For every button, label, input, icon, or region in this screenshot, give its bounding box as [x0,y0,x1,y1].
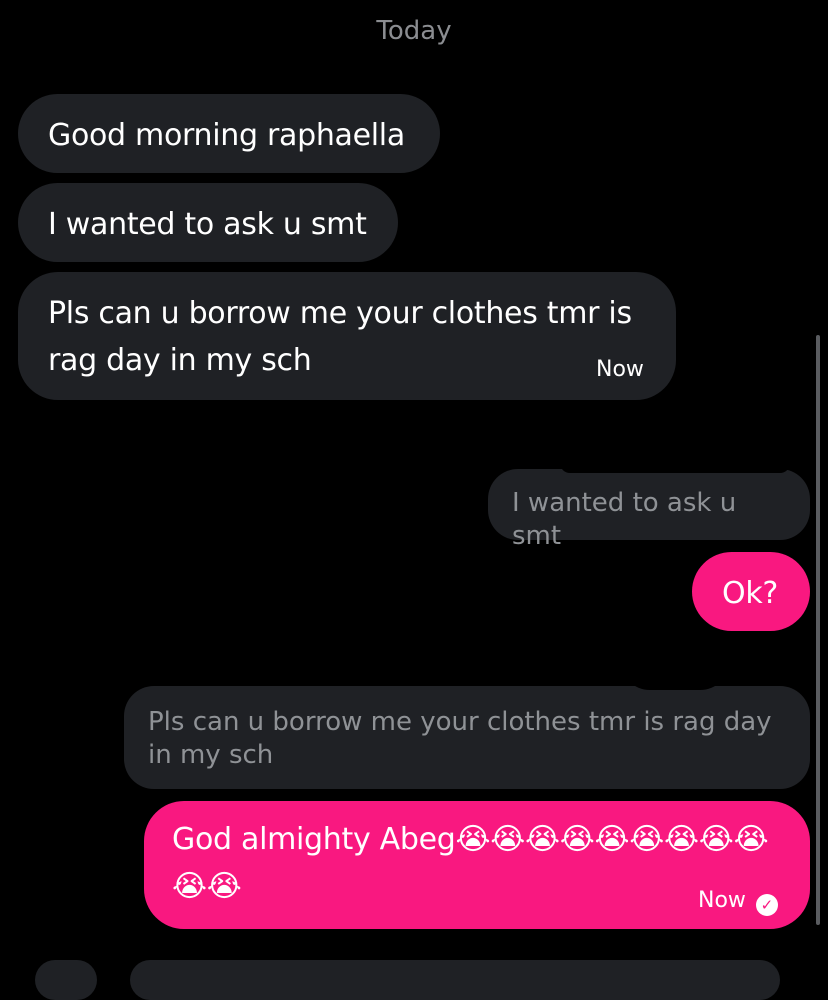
message-timestamp: Now [596,357,644,382]
reply-notch [620,660,730,690]
message-text: Good morning raphaella [48,118,405,153]
next-message-avatar [35,960,97,1000]
incoming-message[interactable]: Good morning raphaella [18,94,440,173]
quoted-text: Pls can u borrow me your clothes tmr is … [148,707,772,771]
date-divider: Today [376,16,452,46]
timestamp-label: Now [698,888,746,913]
incoming-message[interactable]: Pls can u borrow me your clothes tmr is … [18,272,676,400]
message-text: Pls can u borrow me your clothes tmr is … [48,296,632,378]
message-text: God almighty Abeg😭😭😭😭😭😭😭😭😭😭😭 [172,822,769,904]
next-message-bubble [130,960,780,1000]
incoming-message[interactable]: I wanted to ask u smt [18,183,398,262]
quoted-reply-preview[interactable]: I wanted to ask u smt [488,469,810,551]
message-text: I wanted to ask u smt [48,207,367,242]
message-text: Ok? [722,576,779,611]
check-circle-icon: ✓ [755,894,778,916]
scrollbar[interactable] [816,335,820,925]
message-timestamp: Now ✓ [698,888,778,916]
quoted-reply-preview[interactable]: Pls can u borrow me your clothes tmr is … [124,686,810,789]
reply-notch [560,463,790,473]
quoted-text: I wanted to ask u smt [512,488,737,552]
outgoing-message[interactable]: Ok? [692,552,810,631]
